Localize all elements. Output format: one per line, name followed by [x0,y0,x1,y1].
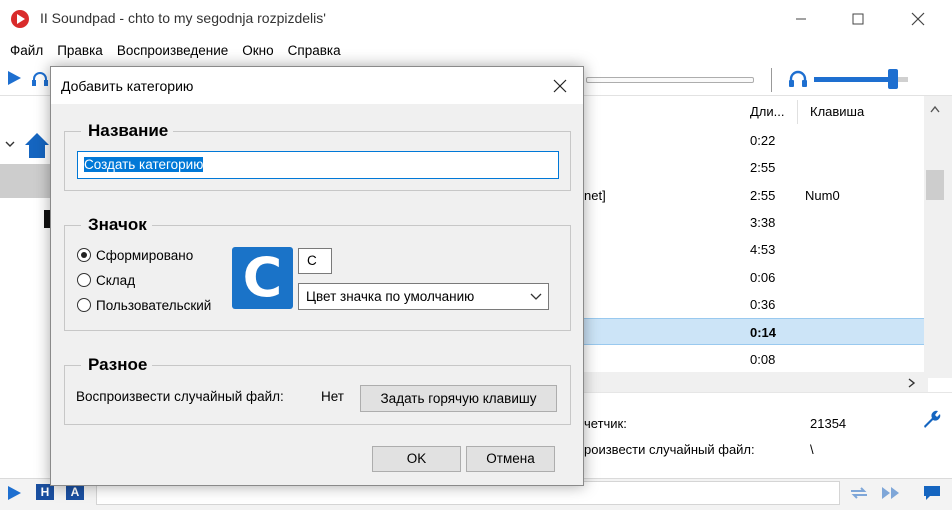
column-divider [797,100,798,124]
row-duration: 2:55 [750,188,776,203]
counter-value: 21354 [810,416,847,431]
table-row[interactable]: 4:53 [584,236,924,263]
soundpad-app-icon [10,9,30,29]
row-duration: 0:36 [750,297,776,312]
volume-headphones-button[interactable] [788,70,808,91]
playback-progress-bar[interactable] [586,77,754,83]
table-row[interactable]: 3:38 [584,209,924,236]
window-title: II Soundpad - chto to my segodnja rozpiz… [40,10,326,26]
counter-label: четчик: [584,416,627,431]
repeat-icon[interactable] [848,484,870,505]
hotkeys-h-toggle[interactable]: H [36,484,54,500]
radio-custom[interactable]: Пользовательский [77,296,211,314]
close-icon [911,12,925,26]
random-file-setting-label: Воспроизвести случайный файл: [76,389,284,404]
chat-icon[interactable] [922,484,942,505]
random-file-label: роизвести случайный файл: [584,442,755,457]
status-play-button[interactable] [6,485,22,504]
name-group-legend: Название [81,121,174,141]
play-icon [8,486,21,500]
table-row[interactable]: 0:36 [584,291,924,318]
category-icon-preview: C [232,247,293,309]
menu-help[interactable]: Справка [288,43,341,58]
add-category-dialog: Добавить категорию Название Создать кате… [50,66,584,486]
row-duration: 0:22 [750,133,776,148]
table-row-selected[interactable]: 0:14 [584,318,924,346]
table-row[interactable]: net] 2:55 Num0 [584,182,924,209]
close-icon [553,79,567,93]
vertical-scrollbar[interactable] [924,96,952,378]
close-button[interactable] [895,0,941,38]
menu-window[interactable]: Окно [242,43,273,58]
info-panel [584,392,952,476]
icon-group: Значок [64,215,571,331]
maximize-icon [852,13,864,25]
category-name-value: Создать категорию [84,157,204,172]
menu-edit[interactable]: Правка [57,43,103,58]
radio-checked-icon [77,248,91,262]
dialog-title: Добавить категорию [61,78,194,94]
vertical-scrollbar-thumb[interactable] [926,170,944,200]
wrench-icon[interactable] [920,408,942,433]
random-file-setting-value: Нет [321,389,344,404]
row-duration: 0:06 [750,270,776,285]
icon-group-legend: Значок [81,215,152,235]
icon-color-select[interactable]: Цвет значка по умолчанию [298,283,549,310]
scroll-up-icon[interactable] [929,102,941,117]
column-header-hotkey[interactable]: Клавиша [810,100,864,124]
horizontal-scrollbar[interactable] [584,372,928,392]
dialog-close-button[interactable] [543,71,577,101]
expand-chevron-icon[interactable] [4,138,16,153]
icon-color-select-value: Цвет значка по умолчанию [306,289,475,304]
radio-unchecked-icon [77,273,91,287]
menu-playback[interactable]: Воспроизведение [117,43,228,58]
headphones-button[interactable] [31,70,49,91]
radio-unchecked-icon [77,298,91,312]
scroll-right-icon[interactable] [906,377,916,392]
row-hotkey: Num0 [805,188,840,203]
play-button[interactable] [6,70,22,89]
autoplay-a-toggle[interactable]: A [66,484,84,500]
row-duration: 4:53 [750,242,776,257]
row-duration: 0:14 [750,325,777,340]
volume-slider-fill [814,77,894,82]
row-title: net] [584,188,606,203]
set-hotkey-button[interactable]: Задать горячую клавишу [360,385,557,412]
menu-file[interactable]: Файл [10,43,43,58]
table-row[interactable]: 0:08 [584,346,924,373]
ok-button[interactable]: OK [372,446,461,472]
play-icon [8,71,21,85]
table-row[interactable]: 0:22 [584,127,924,154]
headphones-icon [789,70,807,87]
minimize-button[interactable] [778,0,824,38]
chevron-down-icon [530,293,542,300]
table-row[interactable]: 2:55 [584,154,924,181]
cancel-button[interactable]: Отмена [466,446,555,472]
row-duration: 2:55 [750,160,776,175]
maximize-button[interactable] [835,0,881,38]
radio-stock[interactable]: Склад [77,271,135,289]
icon-letter-input[interactable]: C [298,248,332,274]
toolbar-divider [771,68,772,92]
misc-group-legend: Разное [81,355,153,375]
column-header-duration[interactable]: Дли... [750,100,785,124]
table-row[interactable]: 0:06 [584,264,924,291]
volume-slider-thumb[interactable] [888,69,898,89]
row-duration: 0:08 [750,352,776,367]
row-duration: 3:38 [750,215,776,230]
random-file-value: \ [810,442,814,457]
category-name-input[interactable]: Создать категорию [77,151,559,179]
home-icon[interactable] [22,130,52,163]
category-tree-selected-item[interactable] [0,164,52,198]
minimize-icon [796,18,806,20]
headphones-icon [32,72,48,86]
radio-generated[interactable]: Сформировано [77,246,193,264]
menu-bar: Файл Правка Воспроизведение Окно Справка [0,38,952,62]
fast-forward-icon[interactable] [880,484,902,505]
